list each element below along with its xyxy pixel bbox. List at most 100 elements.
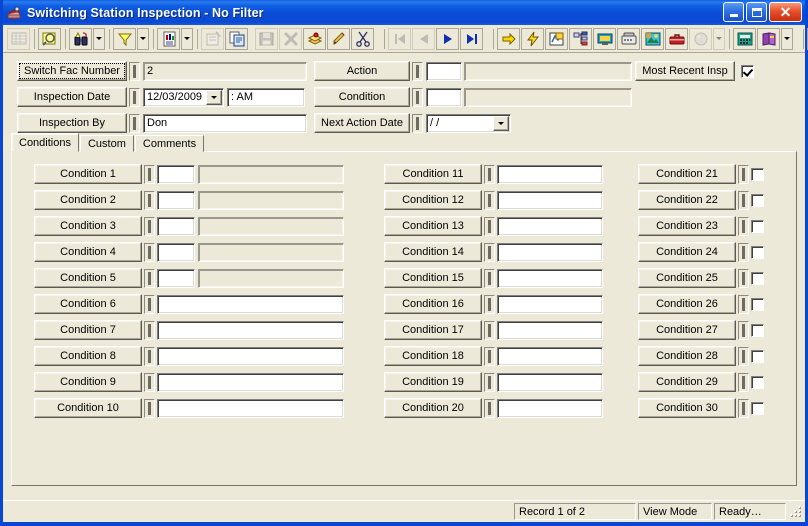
condition-1-description-field[interactable] (198, 164, 344, 184)
switch-fac-number-value[interactable]: 2 (143, 61, 307, 81)
inspection-date-input[interactable]: 12/03/2009 (143, 87, 224, 107)
lightning-icon[interactable] (521, 27, 544, 50)
tree-structure-icon[interactable] (569, 27, 592, 50)
report-document-icon[interactable] (157, 27, 180, 50)
goto-arrow-icon[interactable] (497, 27, 520, 50)
next-action-date-dropdown-arrow-icon[interactable] (493, 115, 509, 131)
book-icon[interactable] (757, 27, 780, 50)
action-button[interactable]: Action (314, 61, 410, 81)
condition-6-button[interactable]: Condition 6 (34, 294, 142, 314)
condition-19-handle-icon[interactable] (484, 372, 495, 392)
condition-22-checkbox[interactable] (751, 193, 764, 207)
condition-28-handle-icon[interactable] (738, 346, 749, 366)
condition-16-input[interactable] (497, 294, 603, 314)
condition-9-input[interactable] (157, 372, 344, 392)
condition-27-handle-icon[interactable] (738, 320, 749, 340)
condition-10-button[interactable]: Condition 10 (34, 398, 142, 418)
condition-13-button[interactable]: Condition 13 (384, 216, 482, 236)
condition-22-handle-icon[interactable] (738, 190, 749, 210)
action-code-input[interactable] (426, 61, 462, 81)
condition-28-checkbox[interactable] (751, 349, 764, 363)
condition-11-handle-icon[interactable] (484, 164, 495, 184)
condition-18-handle-icon[interactable] (484, 346, 495, 366)
first-record-icon[interactable] (388, 27, 411, 50)
tab-custom[interactable]: Custom (79, 135, 134, 152)
switch-fac-number-handle-icon[interactable] (129, 61, 140, 81)
next-record-icon[interactable] (436, 27, 459, 50)
inspection-date-handle-icon[interactable] (129, 87, 140, 107)
condition-24-handle-icon[interactable] (738, 242, 749, 262)
condition-1-button[interactable]: Condition 1 (34, 164, 142, 184)
condition-23-button[interactable]: Condition 23 (638, 216, 736, 236)
condition-description-field[interactable] (464, 87, 632, 107)
report-dropdown-arrow-icon[interactable] (181, 27, 193, 50)
copy-record-icon[interactable] (225, 27, 248, 50)
condition-3-code-input[interactable] (157, 216, 195, 236)
condition-4-handle-icon[interactable] (144, 242, 155, 262)
condition-26-button[interactable]: Condition 26 (638, 294, 736, 314)
inspection-by-button[interactable]: Inspection By (17, 113, 127, 133)
condition-2-description-field[interactable] (198, 190, 344, 210)
condition-16-handle-icon[interactable] (484, 294, 495, 314)
next-action-date-handle-icon[interactable] (412, 113, 423, 133)
condition-29-button[interactable]: Condition 29 (638, 372, 736, 392)
condition-14-input[interactable] (497, 242, 603, 262)
clock-icon[interactable] (689, 27, 712, 50)
condition-30-checkbox[interactable] (751, 401, 764, 415)
condition-18-button[interactable]: Condition 18 (384, 346, 482, 366)
condition-30-handle-icon[interactable] (738, 398, 749, 418)
condition-9-handle-icon[interactable] (144, 372, 155, 392)
inspection-by-handle-icon[interactable] (129, 113, 140, 133)
binoculars-find-icon[interactable] (69, 27, 92, 50)
condition-17-button[interactable]: Condition 17 (384, 320, 482, 340)
condition-25-checkbox[interactable] (751, 271, 764, 285)
condition-15-input[interactable] (497, 268, 603, 288)
condition-21-button[interactable]: Condition 21 (638, 164, 736, 184)
condition-7-handle-icon[interactable] (144, 320, 155, 340)
properties-icon[interactable] (201, 27, 224, 50)
action-description-field[interactable] (464, 61, 632, 81)
calculator-icon[interactable] (733, 27, 756, 50)
toolbox-icon[interactable] (665, 27, 688, 50)
condition-13-input[interactable] (497, 216, 603, 236)
condition-16-button[interactable]: Condition 16 (384, 294, 482, 314)
condition-1-handle-icon[interactable] (144, 164, 155, 184)
minimize-button[interactable] (723, 2, 744, 22)
delete-icon[interactable] (279, 27, 302, 50)
search-magnifier-icon[interactable] (38, 27, 61, 50)
condition-25-handle-icon[interactable] (738, 268, 749, 288)
cut-scissors-icon[interactable] (351, 27, 374, 50)
most-recent-insp-button[interactable]: Most Recent Insp (635, 61, 735, 81)
map-window-icon[interactable] (545, 27, 568, 50)
inspection-date-button[interactable]: Inspection Date (17, 87, 127, 107)
condition-7-input[interactable] (157, 320, 344, 340)
condition-3-button[interactable]: Condition 3 (34, 216, 142, 236)
condition-3-description-field[interactable] (198, 216, 344, 236)
condition-18-input[interactable] (497, 346, 603, 366)
previous-record-icon[interactable] (412, 27, 435, 50)
picture-icon[interactable] (641, 27, 664, 50)
condition-5-handle-icon[interactable] (144, 268, 155, 288)
condition-21-handle-icon[interactable] (738, 164, 749, 184)
next-action-date-button[interactable]: Next Action Date (314, 113, 410, 133)
condition-4-description-field[interactable] (198, 242, 344, 262)
condition-20-button[interactable]: Condition 20 (384, 398, 482, 418)
condition-3-handle-icon[interactable] (144, 216, 155, 236)
condition-23-checkbox[interactable] (751, 219, 764, 233)
condition-15-button[interactable]: Condition 15 (384, 268, 482, 288)
condition-7-button[interactable]: Condition 7 (34, 320, 142, 340)
layers-icon[interactable] (303, 27, 326, 50)
condition-28-button[interactable]: Condition 28 (638, 346, 736, 366)
condition-27-checkbox[interactable] (751, 323, 764, 337)
phone-icon[interactable] (617, 27, 640, 50)
condition-22-button[interactable]: Condition 22 (638, 190, 736, 210)
save-icon[interactable] (255, 27, 278, 50)
binoculars-dropdown-arrow-icon[interactable] (93, 27, 105, 50)
close-button[interactable]: ✕ (769, 2, 802, 22)
condition-26-checkbox[interactable] (751, 297, 764, 311)
condition-23-handle-icon[interactable] (738, 216, 749, 236)
condition-button[interactable]: Condition (314, 87, 410, 107)
condition-14-button[interactable]: Condition 14 (384, 242, 482, 262)
condition-20-input[interactable] (497, 398, 603, 418)
inspection-date-dropdown-arrow-icon[interactable] (206, 89, 222, 105)
